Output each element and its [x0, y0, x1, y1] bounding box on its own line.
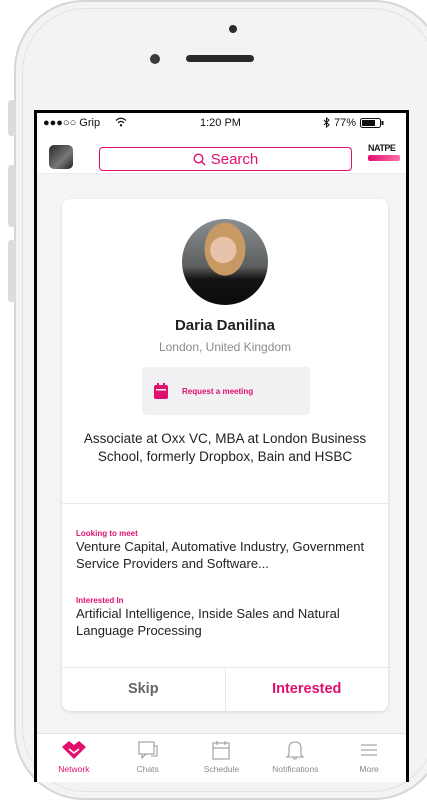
tab-label-chats: Chats — [136, 764, 159, 774]
logo-mark — [368, 155, 400, 161]
status-bar: ●●●○○ Grip 1:20 PM 77% — [37, 113, 406, 133]
wifi-icon — [115, 117, 127, 127]
screen: ●●●○○ Grip 1:20 PM 77% Search NATPE Dari… — [34, 110, 409, 782]
tab-label-network: Network — [58, 764, 90, 774]
search-button[interactable]: Search — [99, 147, 352, 171]
tab-label-more: More — [359, 764, 379, 774]
request-meeting-label: Request a meeting — [182, 386, 254, 396]
bell-icon — [286, 741, 305, 760]
calendar-icon — [154, 383, 168, 399]
looking-to-meet-label: Looking to meet — [76, 529, 138, 538]
section-divider — [62, 503, 388, 504]
volume-up-button — [8, 165, 16, 227]
tab-network[interactable]: Network — [37, 734, 111, 782]
interested-button[interactable]: Interested — [226, 667, 389, 711]
handshake-icon — [61, 741, 86, 759]
volume-down-button — [8, 240, 16, 302]
profile-name: Daria Danilina — [174, 317, 276, 334]
battery-icon — [360, 118, 384, 128]
top-bar: Search NATPE — [37, 133, 406, 174]
clock: 1:20 PM — [200, 117, 241, 129]
interested-in-text: Artificial Intelligence, Inside Sales an… — [76, 606, 340, 638]
sensor-dot — [229, 25, 237, 33]
menu-icon — [361, 744, 378, 756]
tab-bar: Network Chats Schedule Notifications Mor… — [37, 733, 406, 782]
profile-bio: Associate at Oxx VC, MBA at London Busin… — [83, 431, 367, 464]
app-screen: ●●●○○ Grip 1:20 PM 77% Search NATPE Dari… — [37, 113, 406, 782]
carrier-signal: ●●●○○ Grip — [43, 117, 101, 129]
user-avatar-button[interactable] — [49, 145, 73, 169]
skip-button[interactable]: Skip — [62, 667, 226, 711]
tab-chats[interactable]: Chats — [111, 734, 185, 782]
search-icon — [193, 152, 206, 165]
profile-photo — [182, 219, 268, 305]
tab-label-notifications: Notifications — [272, 764, 319, 774]
tab-label-schedule: Schedule — [203, 764, 240, 774]
profile-location: London, United Kingdom — [158, 340, 292, 354]
logo-text: NATPE — [368, 143, 396, 153]
search-label: Search — [210, 150, 259, 168]
profile-card: Daria Danilina London, United Kingdom Re… — [62, 199, 388, 711]
looking-to-meet-text: Venture Capital, Automative Industry, Go… — [76, 539, 365, 571]
event-logo[interactable]: NATPE — [368, 143, 400, 173]
chat-icon — [138, 741, 158, 760]
request-meeting-button[interactable]: Request a meeting — [142, 367, 310, 415]
card-actions: Skip Interested — [62, 667, 388, 711]
interested-in-label: Interested In — [76, 596, 124, 605]
mute-switch — [8, 100, 16, 136]
tab-notifications[interactable]: Notifications — [258, 734, 332, 782]
front-camera — [150, 54, 160, 64]
tab-schedule[interactable]: Schedule — [185, 734, 259, 782]
earpiece-speaker — [186, 55, 254, 62]
tab-more[interactable]: More — [332, 734, 406, 782]
bluetooth-icon — [323, 117, 330, 128]
battery-percent: 77% — [334, 117, 357, 129]
calendar-outline-icon — [212, 741, 231, 760]
